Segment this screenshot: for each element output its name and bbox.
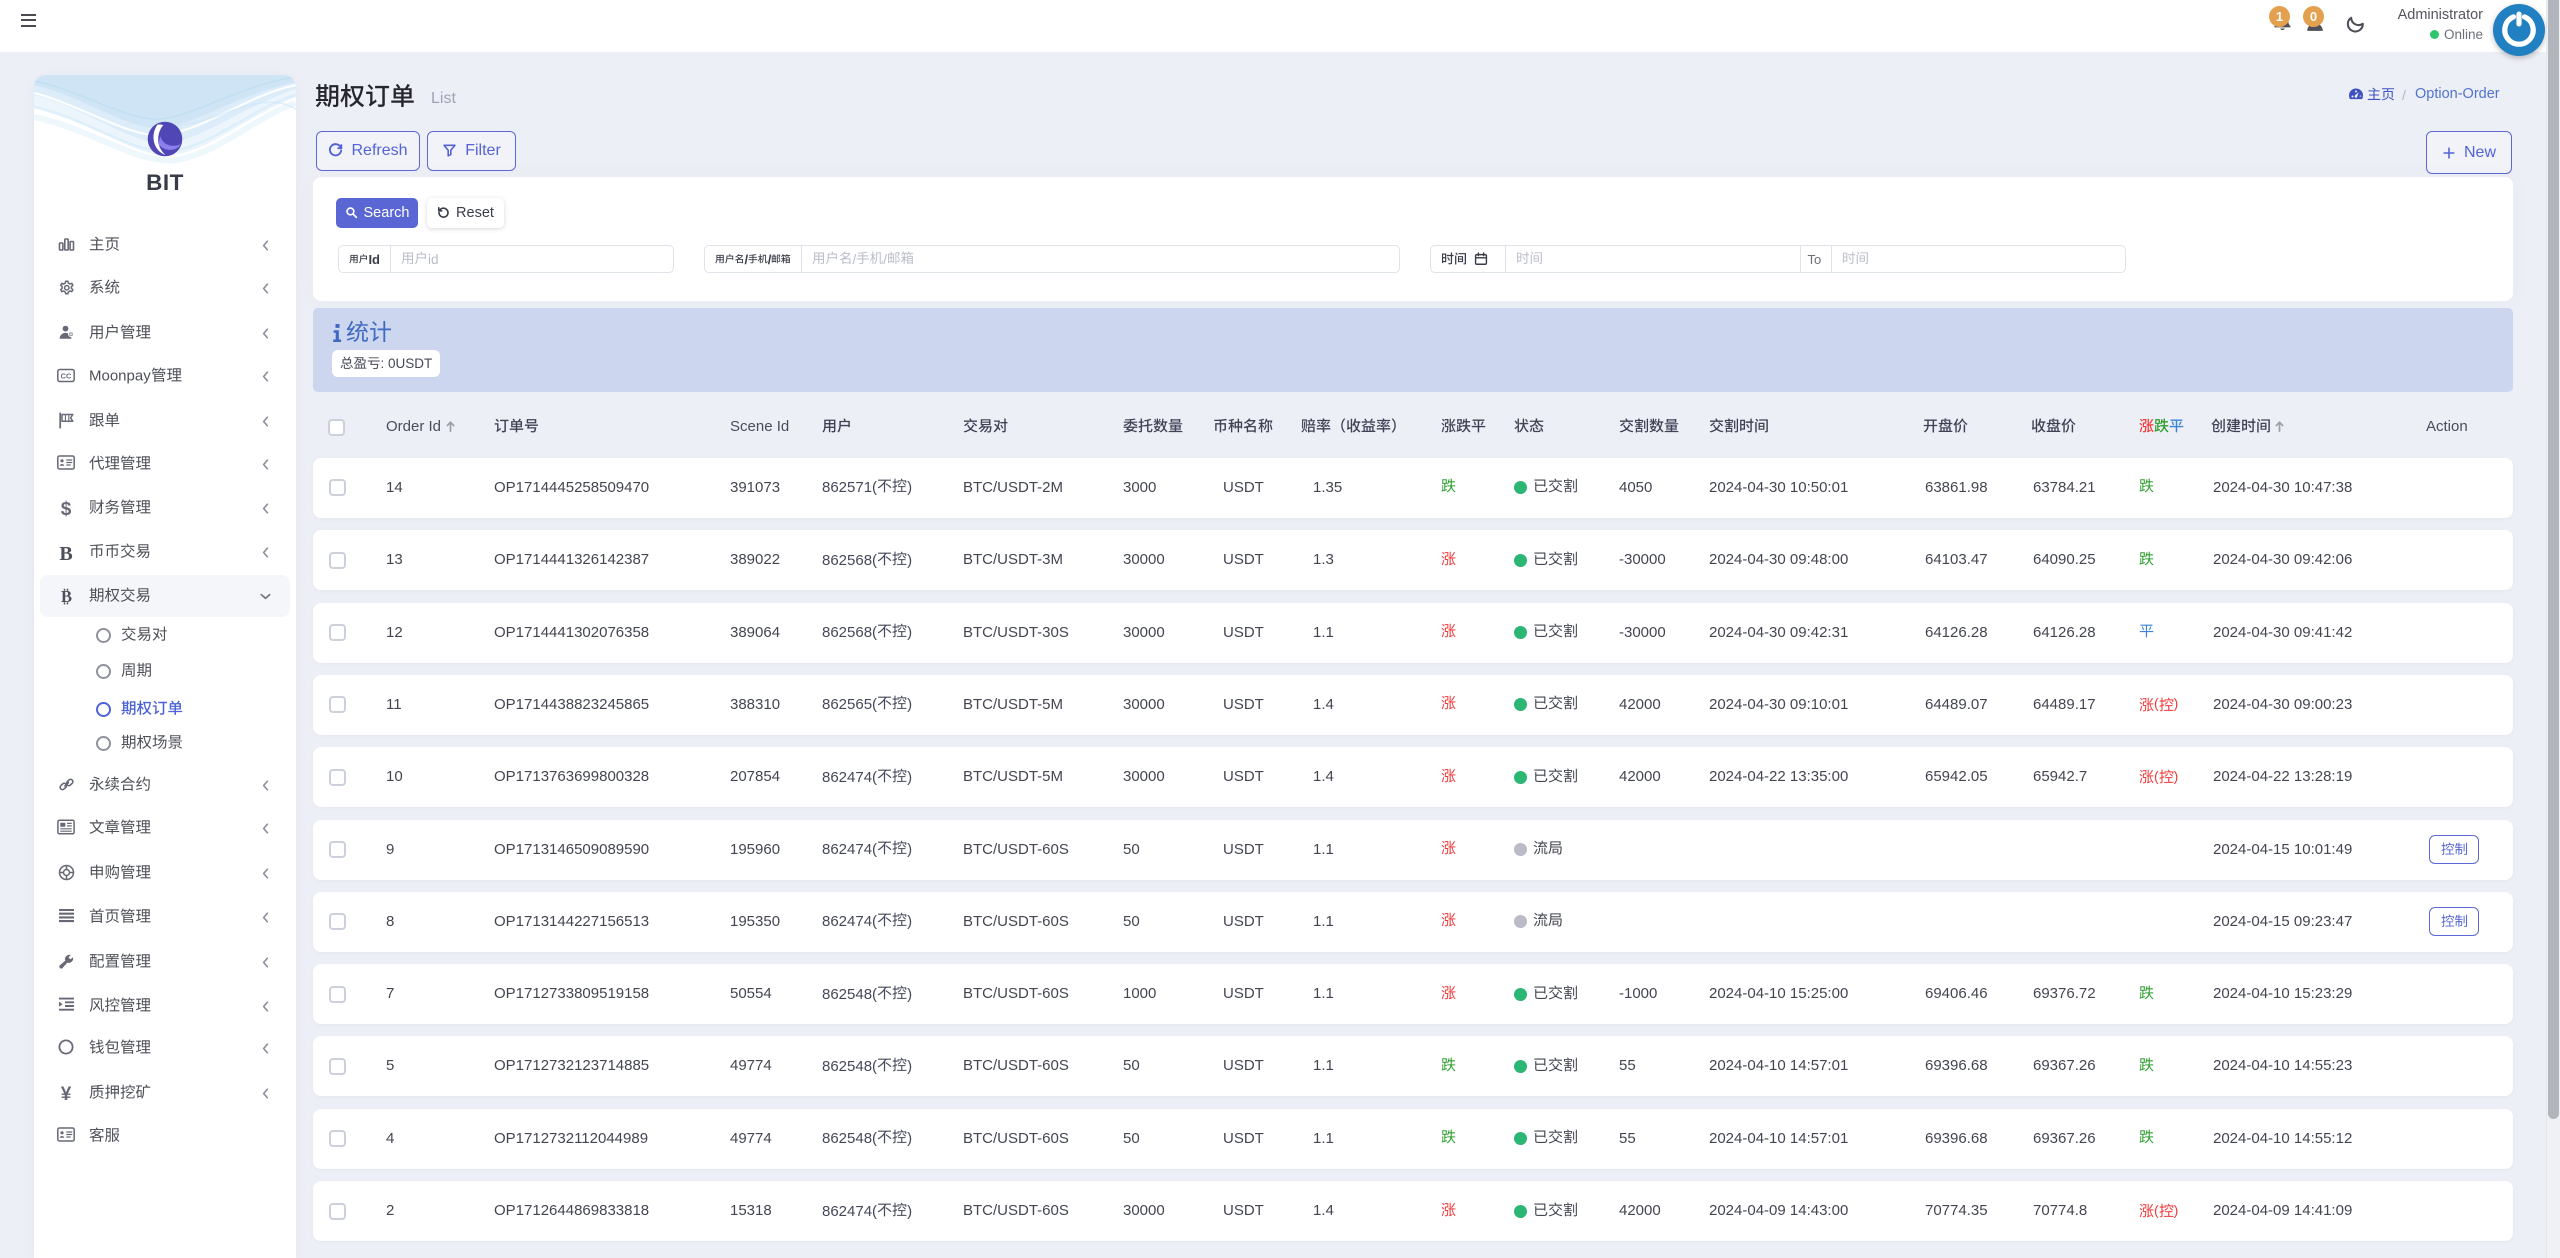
svg-text:B: B: [61, 587, 72, 606]
svg-text:CC: CC: [61, 371, 72, 380]
